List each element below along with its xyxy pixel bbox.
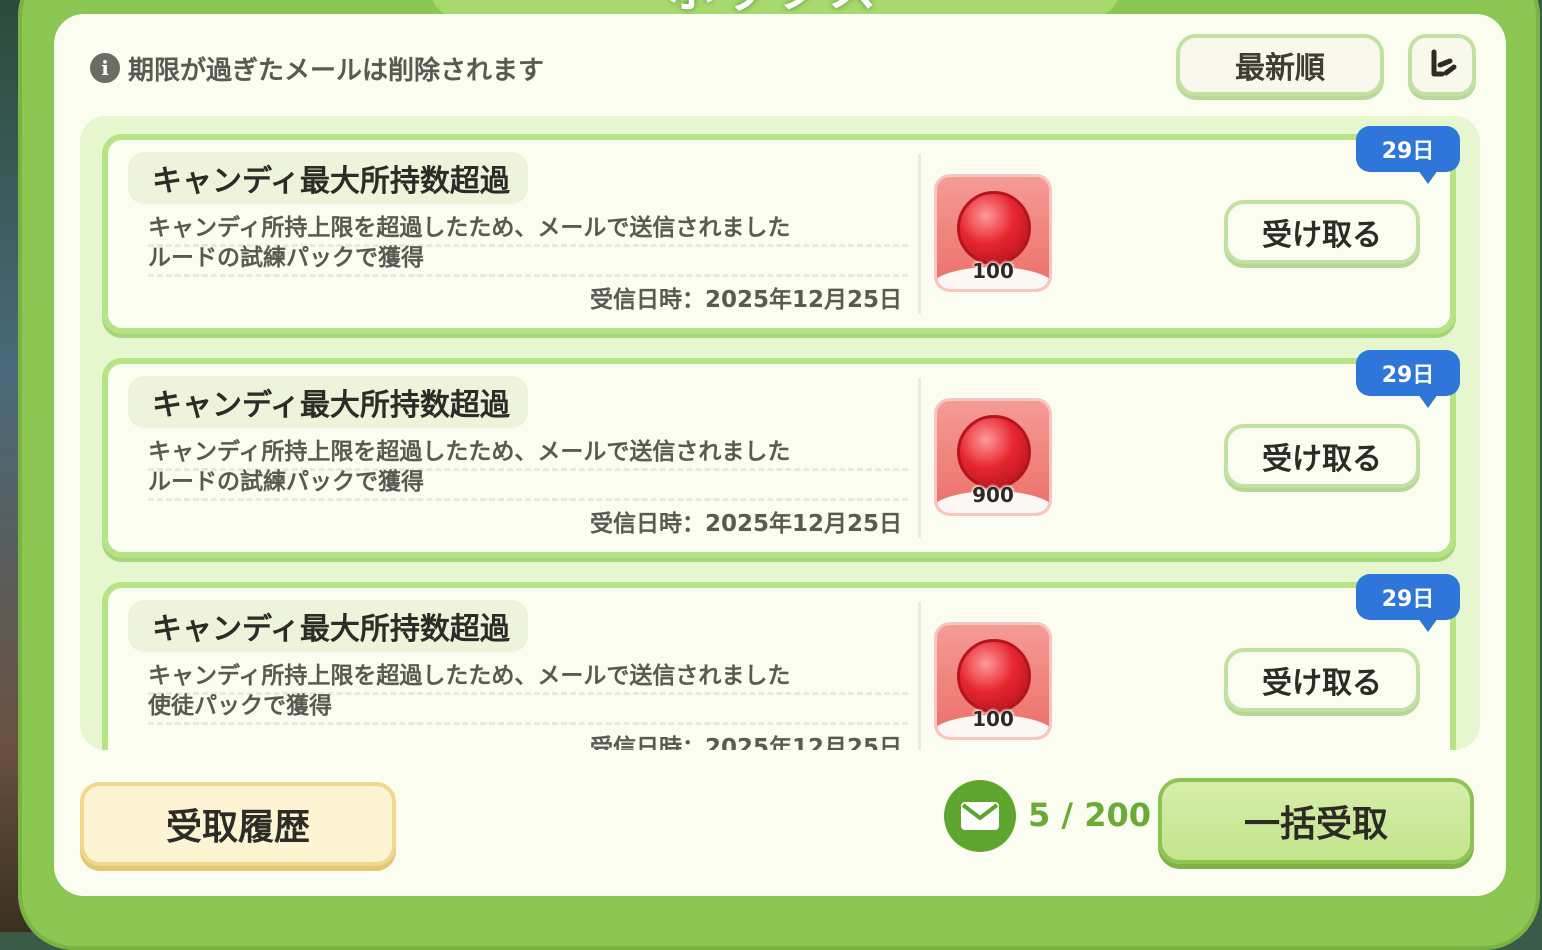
receive-history-button[interactable]: 受取履歴 [80,782,396,866]
envelope-icon [961,802,999,830]
candy-reward: 100 [934,174,1052,292]
reward-quantity: 100 [972,707,1014,731]
mail-count: 5 / 200 [1028,796,1152,834]
expiry-notice-text: 期限が過ぎたメールは削除されます [128,55,545,86]
candy-icon [957,415,1031,489]
mail-item: キャンディ最大所持数超過 キャンディ所持上限を超過したため、メールで送信されまし… [102,574,1460,750]
receive-button[interactable]: 受け取る [1224,200,1420,264]
card-divider [918,378,921,538]
mail-received-date: 受信日時：2025年12月25日 [589,735,902,750]
receive-button[interactable]: 受け取る [1224,648,1420,712]
card-divider [918,602,921,750]
mail-title: キャンディ最大所持数超過 [128,600,528,652]
reward-quantity: 100 [972,259,1014,283]
candy-icon [957,639,1031,713]
sort-order-button[interactable] [1408,34,1476,96]
candy-icon [957,191,1031,265]
expiry-notice: i 期限が過ぎたメールは削除されます [90,50,544,86]
reward-quantity: 900 [972,483,1014,507]
candy-reward: 900 [934,398,1052,516]
info-icon: i [90,53,120,83]
mail-title: キャンディ最大所持数超過 [128,376,528,428]
mail-count-badge [944,780,1016,852]
mail-item: キャンディ最大所持数超過 キャンディ所持上限を超過したため、メールで送信されまし… [102,350,1460,558]
expiry-badge: 29日 [1356,574,1460,632]
expiry-badge: 29日 [1356,350,1460,408]
sort-toggle-icon [1431,49,1457,77]
bulk-receive-button[interactable]: 一括受取 [1158,778,1474,864]
mail-received-date: 受信日時：2025年12月25日 [589,287,902,313]
mail-list[interactable]: キャンディ最大所持数超過 キャンディ所持上限を超過したため、メールで送信されまし… [80,116,1480,750]
mail-body-line: 使徒パックで獲得 [148,686,908,725]
mail-item: キャンディ最大所持数超過 キャンディ所持上限を超過したため、メールで送信されまし… [102,126,1460,334]
mail-body-line: ルードの試練パックで獲得 [148,238,908,277]
mail-title: キャンディ最大所持数超過 [128,152,528,204]
mail-received-date: 受信日時：2025年12月25日 [589,511,902,537]
candy-reward: 100 [934,622,1052,740]
receive-button[interactable]: 受け取る [1224,424,1420,488]
mail-body-line: ルードの試練パックで獲得 [148,462,908,501]
sort-button[interactable]: 最新順 [1176,34,1384,96]
expiry-badge: 29日 [1356,126,1460,184]
card-divider [918,154,921,314]
